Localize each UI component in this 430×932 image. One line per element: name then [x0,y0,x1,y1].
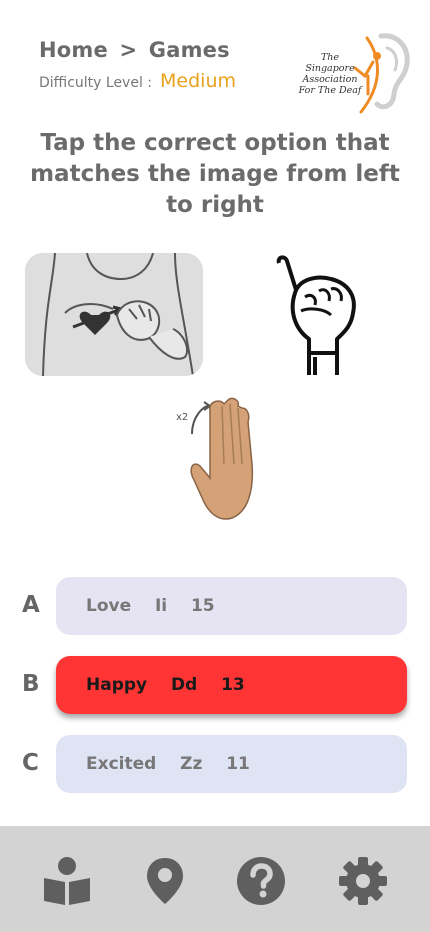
option-a-button[interactable]: Love Ii 15 [56,577,407,635]
logo-line-3: For The Deaf [298,85,362,96]
nav-learn-button[interactable] [40,854,94,908]
breadcrumb: Home > Games [39,38,236,62]
difficulty-value: Medium [160,70,236,92]
question-circle-icon [237,857,285,905]
option-b-label: Happy Dd 13 [86,675,245,695]
sadeaf-logo: The Singapore Association For The Deaf [295,26,410,116]
logo-line-2: Association [302,74,358,85]
option-b-letter: B [22,671,40,697]
instruction-text: Tap the correct option that matches the … [30,130,400,218]
sign-image-letter [265,253,365,378]
sign-image-excited: x2 [170,394,265,522]
option-a-letter: A [22,592,40,618]
logo-line-1: The Singapore [305,52,355,74]
nav-location-button[interactable] [138,854,192,908]
page-header: Home > Games Difficulty Level : Medium [39,38,236,92]
option-b-button[interactable]: Happy Dd 13 [56,656,407,714]
nav-settings-button[interactable] [336,854,390,908]
option-a-label: Love Ii 15 [86,596,215,616]
option-c-letter: C [22,750,39,776]
nav-help-button[interactable] [234,854,288,908]
option-c-label: Excited Zz 11 [86,754,250,774]
difficulty-row: Difficulty Level : Medium [39,70,236,92]
bottom-nav-bar [0,826,430,932]
gear-icon [339,857,387,905]
option-c-button[interactable]: Excited Zz 11 [56,735,407,793]
book-reader-icon [44,857,90,905]
breadcrumb-current: Games [148,38,230,62]
difficulty-label: Difficulty Level : [39,75,153,91]
map-marker-icon [147,858,183,904]
breadcrumb-home[interactable]: Home [39,38,108,62]
repeat-annotation: x2 [176,412,188,423]
logo-text: The Singapore Association For The Deaf [297,52,363,96]
breadcrumb-separator: > [119,38,138,62]
sign-image-love [25,253,203,376]
